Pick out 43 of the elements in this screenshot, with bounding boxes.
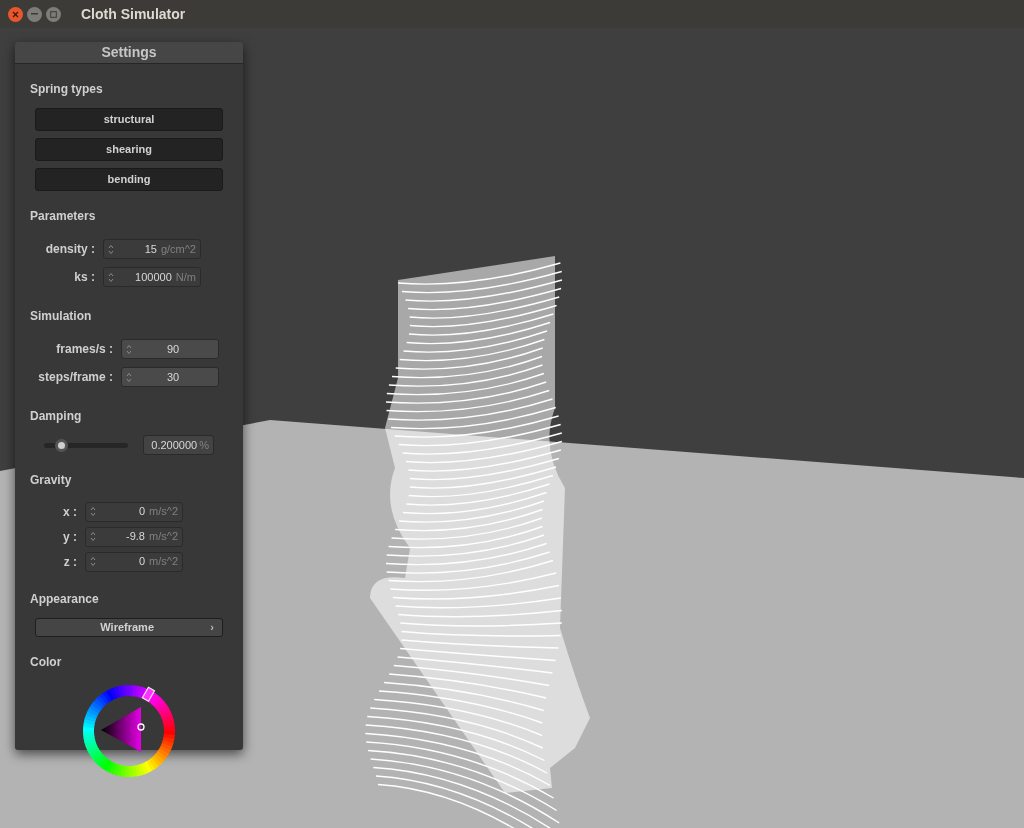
spinner-icon[interactable] (90, 506, 96, 517)
color-wheel[interactable] (83, 684, 175, 777)
section-heading: Gravity (30, 473, 72, 487)
section-heading: Spring types (30, 82, 103, 96)
spinner-icon[interactable] (90, 556, 96, 567)
number-field[interactable]: 0 m/s^2 (85, 551, 183, 572)
field-label: density : (44, 241, 95, 258)
number-field[interactable]: 30 (121, 367, 219, 387)
number-field[interactable]: 0 m/s^2 (85, 501, 183, 522)
number-field[interactable]: -9.8 m/s^2 (85, 526, 183, 547)
number-field[interactable]: 15 g/cm^2 (103, 239, 201, 259)
maximize-icon (50, 10, 57, 18)
window-title: Cloth Simulator (81, 4, 186, 24)
field-label: ks : (73, 269, 95, 286)
spring-type-button[interactable]: shearing (35, 138, 223, 161)
field-label: frames/s : (55, 341, 113, 358)
number-field[interactable]: 100000 N/m (103, 267, 201, 287)
slider-thumb[interactable] (54, 438, 68, 452)
spinner-icon[interactable] (90, 531, 96, 542)
field-label: y : (62, 528, 77, 546)
section-heading: Parameters (30, 209, 96, 223)
field-label: x : (62, 503, 77, 521)
field-label: z : (62, 553, 77, 571)
spring-type-button[interactable]: structural (35, 108, 223, 131)
number-field[interactable]: 90 (121, 339, 219, 359)
close-button[interactable] (8, 6, 23, 22)
spinner-icon[interactable] (108, 271, 114, 283)
minimize-button[interactable] (27, 6, 42, 22)
minimize-icon (31, 13, 38, 15)
spring-type-button[interactable]: bending (35, 168, 223, 191)
close-icon (12, 10, 19, 18)
section-heading: Color (30, 654, 62, 669)
spinner-icon[interactable] (126, 343, 132, 355)
spinner-icon[interactable] (126, 371, 132, 383)
damping-field[interactable]: 0.200000 % (143, 435, 214, 455)
section-heading: Appearance (30, 592, 99, 606)
maximize-button[interactable] (46, 6, 61, 22)
field-label: steps/frame : (37, 369, 113, 386)
spinner-icon[interactable] (108, 243, 114, 255)
appearance-dropdown[interactable]: Wireframe › (35, 618, 223, 637)
section-heading: Damping (30, 409, 82, 423)
section-heading: Simulation (30, 309, 92, 323)
panel-title: Settings (101, 43, 157, 62)
